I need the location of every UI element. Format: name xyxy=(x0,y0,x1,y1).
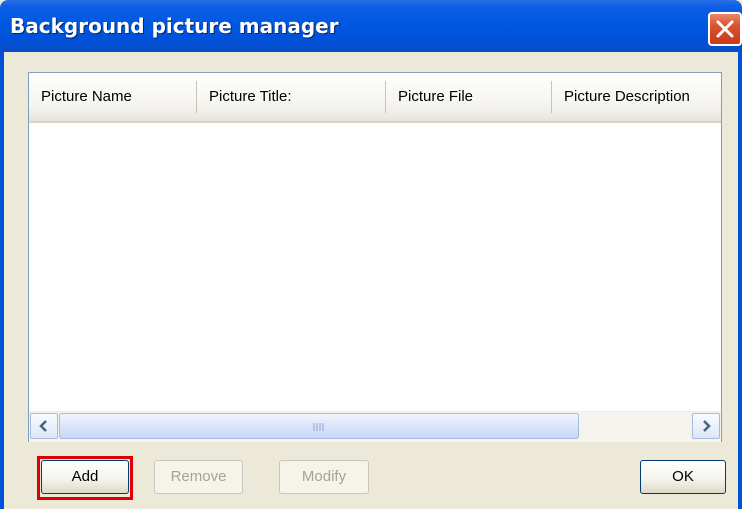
scroll-left-button[interactable] xyxy=(30,413,58,439)
modify-button[interactable]: Modify xyxy=(279,460,369,494)
scroll-right-button[interactable] xyxy=(692,413,720,439)
dialog-window: Background picture manager Picture Name … xyxy=(0,0,742,509)
list-header: Picture Name Picture Title: Picture File… xyxy=(29,73,721,123)
column-header-picture-file[interactable]: Picture File xyxy=(386,73,551,121)
grip-icon xyxy=(313,423,324,431)
column-header-picture-title[interactable]: Picture Title: xyxy=(197,73,385,121)
highlight-box xyxy=(37,456,133,500)
close-button[interactable] xyxy=(708,12,742,46)
column-header-picture-description[interactable]: Picture Description xyxy=(552,73,721,121)
chevron-right-icon xyxy=(703,420,711,432)
window-title: Background picture manager xyxy=(10,14,339,38)
chevron-left-icon xyxy=(39,420,47,432)
horizontal-scrollbar[interactable] xyxy=(29,411,721,442)
column-header-picture-name[interactable]: Picture Name xyxy=(29,73,196,121)
scrollbar-thumb[interactable] xyxy=(59,413,579,439)
close-icon xyxy=(716,20,734,38)
picture-list[interactable]: Picture Name Picture Title: Picture File… xyxy=(28,72,722,442)
title-bar[interactable]: Background picture manager xyxy=(0,0,742,52)
ok-button[interactable]: OK xyxy=(640,460,726,494)
remove-button[interactable]: Remove xyxy=(154,460,243,494)
